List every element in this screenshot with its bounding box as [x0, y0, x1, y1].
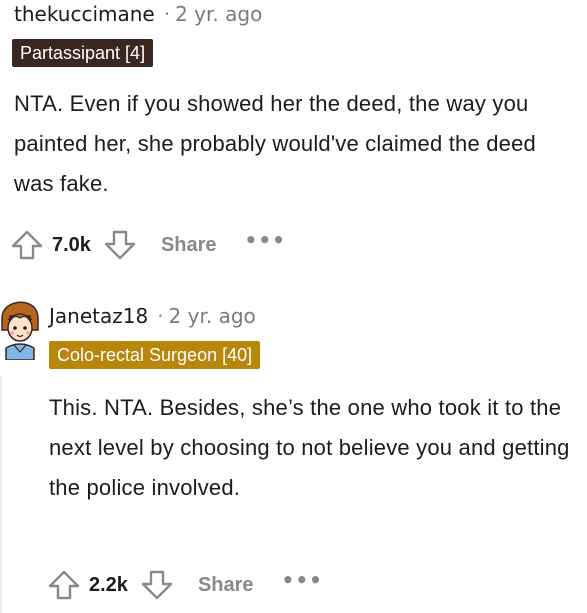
share-button[interactable]: Share: [161, 234, 217, 257]
vote-count: 2.2k: [89, 573, 128, 596]
user-flair: Colo-rectal Surgeon [40]: [49, 341, 261, 369]
comment-actions: 2.2k Share •••: [45, 565, 323, 605]
meta-separator: ·: [157, 304, 164, 328]
timestamp[interactable]: 2 yr. ago: [169, 304, 256, 328]
user-flair: Partassipant [4]: [12, 39, 154, 67]
comment-body: This. NTA. Besides, she’s the one who to…: [49, 395, 570, 500]
vote-count: 7.0k: [52, 233, 91, 256]
comment-meta: Janetaz18 · 2 yr. ago: [49, 304, 256, 328]
meta-separator: ·: [163, 2, 171, 26]
username[interactable]: thekuccimane: [14, 2, 155, 26]
arrow-down-icon[interactable]: [138, 566, 176, 604]
arrow-up-icon[interactable]: [45, 566, 83, 604]
arrow-up-icon[interactable]: [8, 226, 46, 264]
comment-actions: 7.0k Share •••: [8, 225, 286, 265]
timestamp[interactable]: 2 yr. ago: [175, 2, 262, 26]
avatar-icon[interactable]: [0, 290, 40, 361]
comment-meta: thekuccimane · 2 yr. ago: [14, 2, 262, 26]
arrow-down-icon[interactable]: [101, 226, 139, 264]
ellipsis-icon[interactable]: •••: [245, 228, 286, 252]
share-button[interactable]: Share: [198, 574, 254, 597]
ellipsis-icon[interactable]: •••: [282, 568, 323, 592]
thread-line[interactable]: [0, 375, 2, 613]
username[interactable]: Janetaz18: [49, 304, 148, 328]
comment-body: NTA. Even if you showed her the deed, th…: [14, 91, 536, 196]
